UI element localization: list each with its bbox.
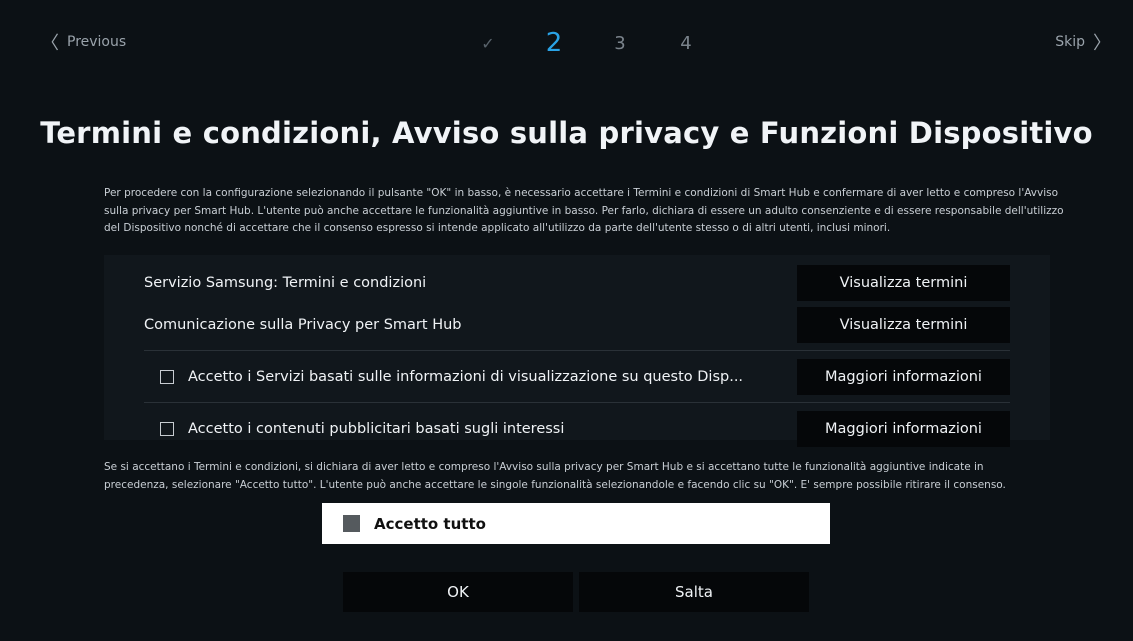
more-info-button-ads[interactable]: Maggiori informazioni	[797, 411, 1010, 447]
divider	[144, 402, 1010, 403]
disclaimer-text: Se si accettano i Termini e condizioni, …	[104, 461, 1006, 491]
previous-button[interactable]: 〈 Previous	[41, 28, 126, 56]
accept-all-checkbox[interactable]: Accetto tutto	[322, 503, 830, 544]
option-row-viewing-info: Accetto i Servizi basati sulle informazi…	[144, 358, 1010, 396]
skip-button[interactable]: Skip 〉	[1055, 28, 1111, 56]
step-1-check-icon: ✓	[481, 33, 495, 53]
step-indicator: ✓ 2 3 4	[468, 28, 732, 58]
page-title: Termini e condizioni, Avviso sulla priva…	[40, 116, 1093, 150]
option-row-ads: Accetto i contenuti pubblicitari basati …	[144, 410, 1010, 448]
ads-checkbox[interactable]	[160, 422, 174, 436]
ads-label[interactable]: Accetto i contenuti pubblicitari basati …	[188, 421, 564, 437]
chevron-left-icon: 〈	[41, 33, 59, 54]
privacy-row: Comunicazione sulla Privacy per Smart Hu…	[144, 306, 1010, 344]
terms-row: Servizio Samsung: Termini e condizioni V…	[144, 264, 1010, 302]
more-info-button-viewing[interactable]: Maggiori informazioni	[797, 359, 1010, 395]
step-2: 2	[545, 28, 563, 58]
view-privacy-button[interactable]: Visualizza termini	[797, 307, 1010, 343]
previous-label: Previous	[67, 34, 127, 50]
terms-label: Servizio Samsung: Termini e condizioni	[144, 275, 427, 291]
step-3: 3	[614, 32, 626, 54]
view-terms-button[interactable]: Visualizza termini	[797, 265, 1010, 301]
skip-label: Skip	[1055, 34, 1085, 50]
viewing-info-label[interactable]: Accetto i Servizi basati sulle informazi…	[188, 369, 743, 385]
divider	[144, 350, 1010, 351]
viewing-info-checkbox[interactable]	[160, 370, 174, 384]
terms-panel: Servizio Samsung: Termini e condizioni V…	[104, 255, 1050, 447]
top-navigation: 〈 Previous ✓ 2 3 4 Skip 〉	[0, 28, 1133, 58]
chevron-right-icon: 〉	[1093, 33, 1111, 54]
accept-all-label: Accetto tutto	[374, 514, 486, 533]
step-4: 4	[680, 32, 692, 54]
salta-button[interactable]: Salta	[579, 572, 809, 612]
intro-text: Per procedere con la configurazione sele…	[104, 187, 1064, 234]
checkbox-icon	[343, 515, 360, 532]
privacy-label: Comunicazione sulla Privacy per Smart Hu…	[144, 317, 462, 333]
ok-button[interactable]: OK	[343, 572, 573, 612]
setup-screen: 〈 Previous ✓ 2 3 4 Skip 〉 Termini e cond…	[0, 0, 1133, 641]
